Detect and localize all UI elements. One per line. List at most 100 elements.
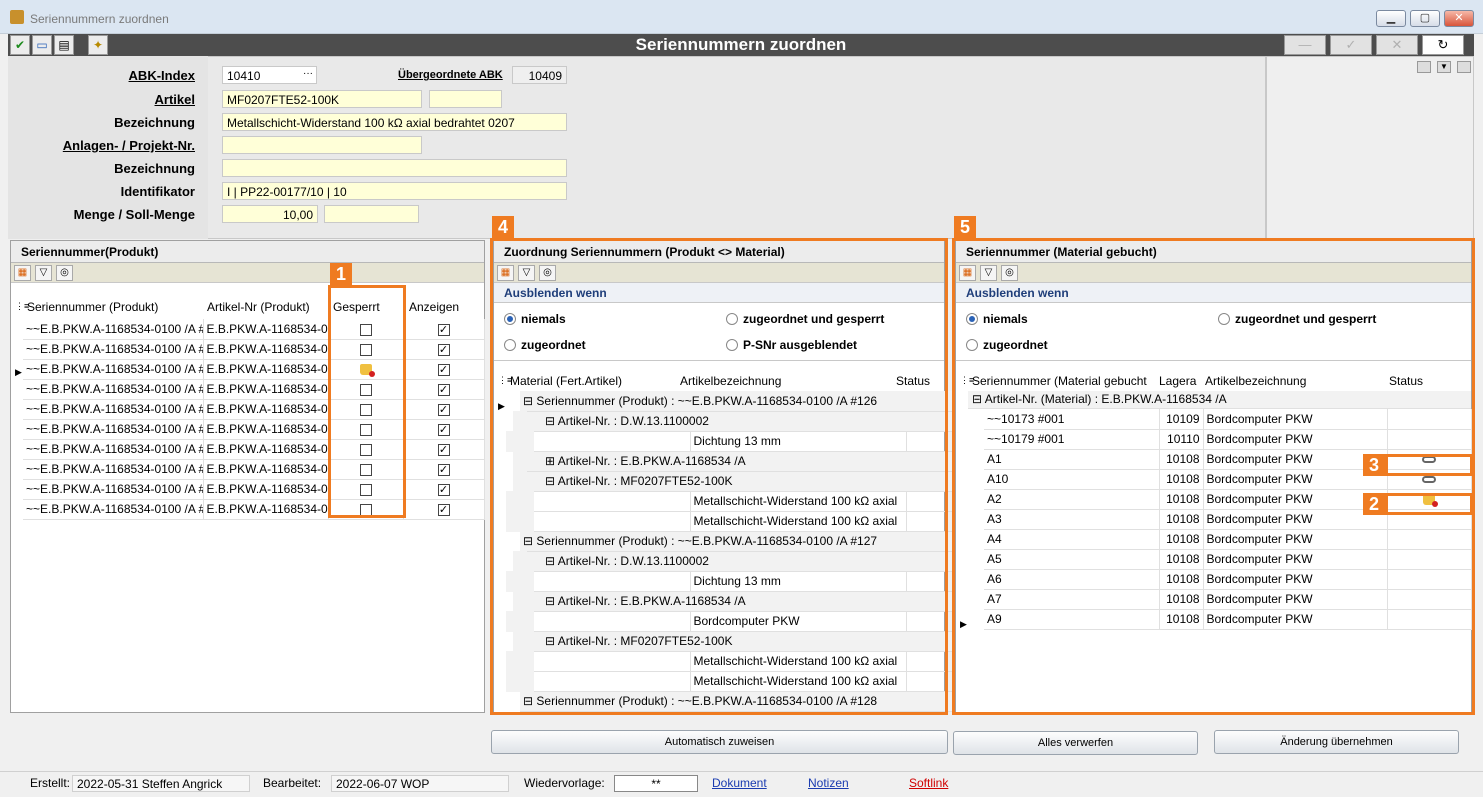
identifikator-label: Identifikator <box>120 184 195 199</box>
automatisch-zuweisen-button[interactable]: Automatisch zuweisen <box>491 730 948 754</box>
highlight-status-link <box>1385 454 1473 476</box>
cell-seriennummer: ~~E.B.PKW.A-1168534-0100 /A # <box>23 399 204 420</box>
anlagen-field[interactable] <box>222 136 422 154</box>
table-row[interactable]: ~~E.B.PKW.A-1168534-0100 /A # E.B.PKW.A-1… <box>23 479 485 500</box>
app-icon <box>10 10 24 24</box>
cell-seriennummer: ~~E.B.PKW.A-1168534-0100 /A # <box>23 419 204 440</box>
table-row[interactable]: ~~E.B.PKW.A-1168534-0100 /A # E.B.PKW.A-1… <box>23 339 485 360</box>
anzeigen-checkbox[interactable]: ✓ <box>437 403 450 416</box>
cell-artikel: E.B.PKW.A-1168534-0 <box>203 499 329 520</box>
badge-2: 2 <box>1363 493 1385 515</box>
table-row[interactable]: ~~E.B.PKW.A-1168534-0100 /A # E.B.PKW.A-1… <box>23 419 485 440</box>
highlight-status-lock <box>1385 493 1473 515</box>
erstellt-value: 2022-05-31 Steffen Angrick <box>72 775 250 792</box>
produkt-grid: ~~E.B.PKW.A-1168534-0100 /A # E.B.PKW.A-1… <box>23 319 485 520</box>
cell-artikel: E.B.PKW.A-1168534-0 <box>203 399 329 420</box>
highlight-zuordnung <box>490 238 948 715</box>
table-row[interactable]: ~~E.B.PKW.A-1168534-0100 /A # E.B.PKW.A-1… <box>23 379 485 400</box>
bearbeitet-value: 2022-06-07 WOP <box>331 775 509 792</box>
anzeigen-checkbox[interactable]: ✓ <box>437 383 450 396</box>
wiedervorlage-label: Wiedervorlage: <box>524 776 605 790</box>
panel-title: Seriennummer(Produkt) <box>11 241 484 263</box>
badge-4: 4 <box>492 216 514 240</box>
anzeigen-checkbox[interactable]: ✓ <box>437 503 450 516</box>
main-toolbar: ✔ ▭ ▤ ✦ Seriennummern zuordnen — ✓ ✕ ↻ <box>8 34 1474 56</box>
minimize-button[interactable]: ▁ <box>1376 10 1406 27</box>
binoculars-icon[interactable]: ◎ <box>56 265 73 281</box>
anzeigen-checkbox[interactable]: ✓ <box>437 423 450 436</box>
anzeigen-checkbox[interactable]: ✓ <box>437 343 450 356</box>
wiedervorlage-button[interactable]: ** <box>614 775 698 792</box>
col-anzeigen[interactable]: Anzeigen <box>409 300 459 314</box>
maximize-button[interactable]: ▢ <box>1410 10 1440 27</box>
bearbeitet-label: Bearbeitet: <box>263 776 322 790</box>
accept-button[interactable]: ✓ <box>1330 35 1372 55</box>
highlight-material <box>952 238 1475 715</box>
cell-artikel: E.B.PKW.A-1168534-0 <box>203 319 329 340</box>
close-window-button[interactable]: ✕ <box>1444 10 1474 27</box>
alles-verwerfen-button[interactable]: Alles verwerfen <box>953 731 1198 755</box>
grid-icon[interactable]: ▦ <box>14 265 31 281</box>
cell-anzeigen[interactable]: ✓ <box>403 339 485 360</box>
cancel-button[interactable]: ✕ <box>1376 35 1418 55</box>
anzeigen-checkbox[interactable]: ✓ <box>437 323 450 336</box>
aenderung-uebernehmen-button[interactable]: Änderung übernehmen <box>1214 730 1459 754</box>
table-row[interactable]: ~~E.B.PKW.A-1168534-0100 /A # E.B.PKW.A-1… <box>23 319 485 340</box>
table-row[interactable]: ~~E.B.PKW.A-1168534-0100 /A # E.B.PKW.A-1… <box>23 439 485 460</box>
cell-seriennummer: ~~E.B.PKW.A-1168534-0100 /A # <box>23 499 204 520</box>
cell-anzeigen[interactable]: ✓ <box>403 459 485 480</box>
cell-anzeigen[interactable]: ✓ <box>403 479 485 500</box>
cell-anzeigen[interactable]: ✓ <box>403 499 485 520</box>
badge-5: 5 <box>954 216 976 240</box>
cell-anzeigen[interactable]: ✓ <box>403 439 485 460</box>
anzeigen-checkbox[interactable]: ✓ <box>437 483 450 496</box>
table-row[interactable]: ~~E.B.PKW.A-1168534-0100 /A # E.B.PKW.A-1… <box>23 499 485 520</box>
uebergeordnete-abk-field: 10409 <box>512 66 567 84</box>
col-seriennummer[interactable]: Seriennummer (Produkt) <box>27 300 158 314</box>
menge-label: Menge / Soll-Menge <box>73 207 195 222</box>
restore-icon[interactable] <box>1457 61 1471 73</box>
cell-anzeigen[interactable]: ✓ <box>403 399 485 420</box>
cell-anzeigen[interactable]: ✓ <box>403 419 485 440</box>
uebergeordnete-abk-label[interactable]: Übergeordnete ABK <box>398 69 503 81</box>
cell-artikel: E.B.PKW.A-1168534-0 <box>203 459 329 480</box>
artikel-extra-field[interactable] <box>429 90 502 108</box>
table-row[interactable]: ~~E.B.PKW.A-1168534-0100 /A # E.B.PKW.A-1… <box>23 359 485 380</box>
anlagen-label[interactable]: Anlagen- / Projekt-Nr. <box>5 138 195 153</box>
abk-picker-icon[interactable]: ··· <box>303 68 313 79</box>
filter-icon[interactable]: ▽ <box>35 265 52 281</box>
minus-button[interactable]: — <box>1284 35 1326 55</box>
bezeichnung-field[interactable]: Metallschicht-Widerstand 100 kΩ axial be… <box>222 113 567 131</box>
header-side-panel: ▼ <box>1266 56 1474 239</box>
bezeichnung2-field[interactable] <box>222 159 567 177</box>
notizen-link[interactable]: Notizen <box>808 776 849 790</box>
col-artikel-nr[interactable]: Artikel-Nr (Produkt) <box>207 300 310 314</box>
dropdown-icon[interactable]: ▼ <box>1437 61 1451 73</box>
cell-anzeigen[interactable]: ✓ <box>403 359 485 380</box>
erstellt-label: Erstellt: <box>30 776 71 790</box>
abk-index-label[interactable]: ABK-Index <box>5 68 195 83</box>
cell-artikel: E.B.PKW.A-1168534-0 <box>203 379 329 400</box>
artikel-field[interactable]: MF0207FTE52-100K <box>222 90 422 108</box>
soll-menge-field[interactable] <box>324 205 419 223</box>
identifikator-field[interactable]: I | PP22-00177/10 | 10 <box>222 182 567 200</box>
menge-field[interactable]: 10,00 <box>222 205 318 223</box>
folder-icon[interactable] <box>1417 61 1431 73</box>
softlink-link[interactable]: Softlink <box>909 776 948 790</box>
table-row[interactable]: ~~E.B.PKW.A-1168534-0100 /A # E.B.PKW.A-1… <box>23 459 485 480</box>
grid-header: ⋮≡ Seriennummer (Produkt) Artikel-Nr (Pr… <box>11 283 484 319</box>
refresh-button[interactable]: ↻ <box>1422 35 1464 55</box>
cell-anzeigen[interactable]: ✓ <box>403 379 485 400</box>
anzeigen-checkbox[interactable]: ✓ <box>437 443 450 456</box>
anzeigen-checkbox[interactable]: ✓ <box>437 463 450 476</box>
artikel-label[interactable]: Artikel <box>5 92 195 107</box>
cell-anzeigen[interactable]: ✓ <box>403 319 485 340</box>
cell-seriennummer: ~~E.B.PKW.A-1168534-0100 /A # <box>23 439 204 460</box>
seriennummer-produkt-panel: Seriennummer(Produkt) ▦ ▽ ◎ ⋮≡ Seriennum… <box>10 240 485 713</box>
anzeigen-checkbox[interactable]: ✓ <box>437 363 450 376</box>
dokument-link[interactable]: Dokument <box>712 776 767 790</box>
cell-seriennummer: ~~E.B.PKW.A-1168534-0100 /A # <box>23 479 204 500</box>
current-row-indicator: ▶ <box>15 367 22 377</box>
cell-seriennummer: ~~E.B.PKW.A-1168534-0100 /A # <box>23 379 204 400</box>
table-row[interactable]: ~~E.B.PKW.A-1168534-0100 /A # E.B.PKW.A-1… <box>23 399 485 420</box>
